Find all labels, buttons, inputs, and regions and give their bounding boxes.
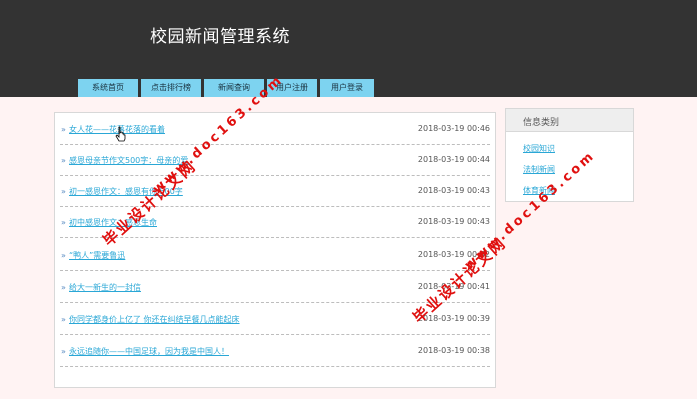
- header: 校园新闻管理系统 系统首页 点击排行榜 新闻查询 用户注册 用户登录: [0, 0, 697, 97]
- news-item: » 初一感恩作文：感恩有你 500字 2018-03-19 00:43: [60, 175, 490, 207]
- news-date: 2018-03-19 00:43: [417, 217, 490, 226]
- category-link-campus[interactable]: 校园知识: [523, 143, 555, 154]
- nav-search[interactable]: 新闻查询: [204, 79, 264, 97]
- news-title[interactable]: 给大一新生的一封信: [69, 282, 141, 293]
- bullet-icon: »: [61, 125, 66, 134]
- category-panel: 信息类别 校园知识 法制新闻 体育新闻: [505, 108, 634, 202]
- nav-ranking[interactable]: 点击排行榜: [141, 79, 201, 97]
- hand-cursor-icon: [115, 126, 126, 142]
- news-date: 2018-03-19 00:39: [417, 314, 490, 323]
- news-date: 2018-03-19 00:44: [417, 155, 490, 164]
- main-nav: 系统首页 点击排行榜 新闻查询 用户注册 用户登录: [78, 79, 377, 97]
- news-date: 2018-03-19 00:46: [417, 124, 490, 133]
- news-list: » 女人花——花落花落的看着 2018-03-19 00:46 » 感恩母亲节作…: [54, 112, 496, 388]
- news-item: » 你同学都身价上亿了 你还在纠结早餐几点能起床 2018-03-19 00:3…: [60, 303, 490, 335]
- category-link-sports[interactable]: 体育新闻: [523, 185, 555, 196]
- bullet-icon: »: [61, 218, 66, 227]
- news-title[interactable]: 初一感恩作文：感恩有你 500字: [69, 186, 183, 197]
- bullet-icon: »: [61, 187, 66, 196]
- bullet-icon: »: [61, 283, 66, 292]
- category-link-law[interactable]: 法制新闻: [523, 164, 555, 175]
- nav-login[interactable]: 用户登录: [320, 79, 374, 97]
- news-title[interactable]: 你同学都身价上亿了 你还在纠结早餐几点能起床: [69, 314, 240, 325]
- news-date: 2018-03-19 00:41: [417, 282, 490, 291]
- nav-register[interactable]: 用户注册: [267, 79, 317, 97]
- news-date: 2018-03-19 00:42: [417, 250, 490, 259]
- category-panel-header: 信息类别: [506, 109, 633, 132]
- news-item: » “鸭人”需要鲁迅 2018-03-19 00:42: [60, 239, 490, 271]
- news-item: » 感恩母亲节作文500字：母亲的爱 2018-03-19 00:44: [60, 144, 490, 176]
- news-date: 2018-03-19 00:43: [417, 186, 490, 195]
- news-item: » 初中感恩作文：感恩生命 2018-03-19 00:43: [60, 206, 490, 238]
- nav-home[interactable]: 系统首页: [78, 79, 138, 97]
- bullet-icon: »: [61, 251, 66, 260]
- news-title[interactable]: 永远追随你——中国足球，因为我是中国人！: [69, 346, 229, 357]
- news-item: » 永远追随你——中国足球，因为我是中国人！ 2018-03-19 00:38: [60, 335, 490, 367]
- bullet-icon: »: [61, 347, 66, 356]
- news-title[interactable]: “鸭人”需要鲁迅: [69, 250, 125, 261]
- bullet-icon: »: [61, 315, 66, 324]
- site-title: 校园新闻管理系统: [150, 27, 290, 47]
- category-heading: 信息类别: [523, 118, 560, 128]
- news-title[interactable]: 感恩母亲节作文500字：母亲的爱: [69, 155, 188, 166]
- bullet-icon: »: [61, 156, 66, 165]
- news-item: » 给大一新生的一封信 2018-03-19 00:41: [60, 271, 490, 303]
- news-date: 2018-03-19 00:38: [417, 346, 490, 355]
- news-title[interactable]: 初中感恩作文：感恩生命: [69, 217, 157, 228]
